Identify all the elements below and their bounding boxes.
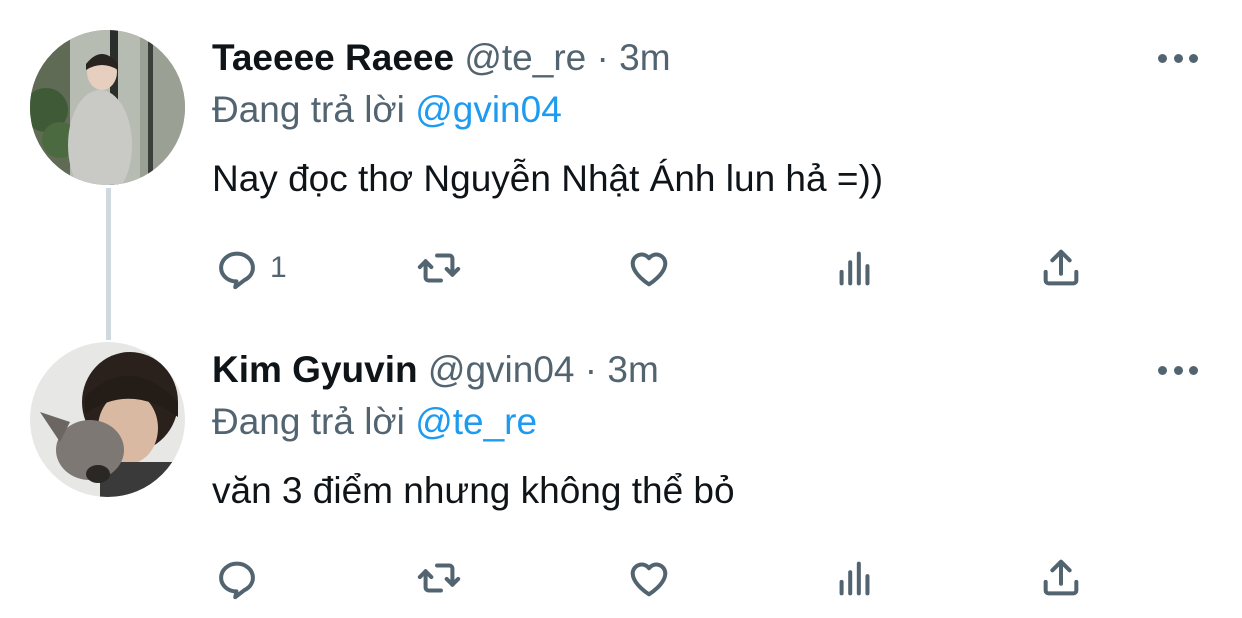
like-button[interactable] — [626, 240, 672, 296]
views-button[interactable] — [832, 550, 878, 606]
tweet-actions: 1 — [0, 240, 1242, 296]
tweet-header: Kim Gyuvin @gvin04 · 3m — [212, 348, 659, 392]
replying-to: Đang trả lời @gvin04 — [212, 88, 562, 132]
reply-count: 1 — [270, 251, 287, 284]
tweet-header: Taeeee Raeee @te_re · 3m — [212, 36, 671, 80]
share-icon — [1043, 249, 1079, 286]
like-icon — [630, 562, 668, 597]
tweet-text: Nay đọc thơ Nguyễn Nhật Ánh lun hả =)) — [212, 158, 884, 199]
like-button[interactable] — [626, 550, 672, 606]
more-icon[interactable] — [1158, 52, 1198, 64]
replying-to-handle[interactable]: @te_re — [415, 401, 537, 442]
views-icon — [839, 251, 870, 286]
more-icon[interactable] — [1158, 364, 1198, 376]
tweet[interactable]: Kim Gyuvin @gvin04 · 3m Đang trả lời @te… — [0, 310, 1242, 618]
retweet-button[interactable] — [416, 240, 462, 296]
reply-button[interactable] — [214, 550, 270, 606]
views-icon — [839, 561, 870, 596]
display-name[interactable]: Kim Gyuvin — [212, 349, 418, 390]
like-icon — [630, 252, 668, 287]
reply-icon — [219, 561, 255, 600]
retweet-button[interactable] — [416, 550, 462, 606]
replying-to-handle[interactable]: @gvin04 — [415, 89, 562, 130]
user-handle[interactable]: @gvin04 — [428, 349, 575, 390]
replying-to: Đang trả lời @te_re — [212, 400, 537, 444]
share-button[interactable] — [1038, 240, 1084, 296]
tweet[interactable]: Taeeee Raeee @te_re · 3m Đang trả lời @g… — [0, 0, 1242, 310]
tweet-text: văn 3 điểm nhưng không thể bỏ — [212, 470, 735, 511]
user-handle[interactable]: @te_re — [464, 37, 586, 78]
separator-dot: · — [584, 349, 598, 390]
retweet-icon — [417, 253, 461, 283]
display-name[interactable]: Taeeee Raeee — [212, 37, 454, 78]
avatar[interactable] — [30, 30, 185, 185]
timestamp[interactable]: 3m — [607, 349, 658, 390]
retweet-icon — [417, 563, 461, 593]
replying-to-label: Đang trả lời — [212, 89, 405, 130]
reply-button[interactable]: 1 — [214, 240, 287, 296]
timestamp[interactable]: 3m — [619, 37, 670, 78]
views-button[interactable] — [832, 240, 878, 296]
share-icon — [1043, 559, 1079, 596]
avatar[interactable] — [30, 342, 185, 497]
separator-dot: · — [596, 37, 609, 78]
reply-icon — [219, 251, 255, 290]
share-button[interactable] — [1038, 550, 1084, 606]
replying-to-label: Đang trả lời — [212, 401, 405, 442]
tweet-actions — [0, 550, 1242, 606]
